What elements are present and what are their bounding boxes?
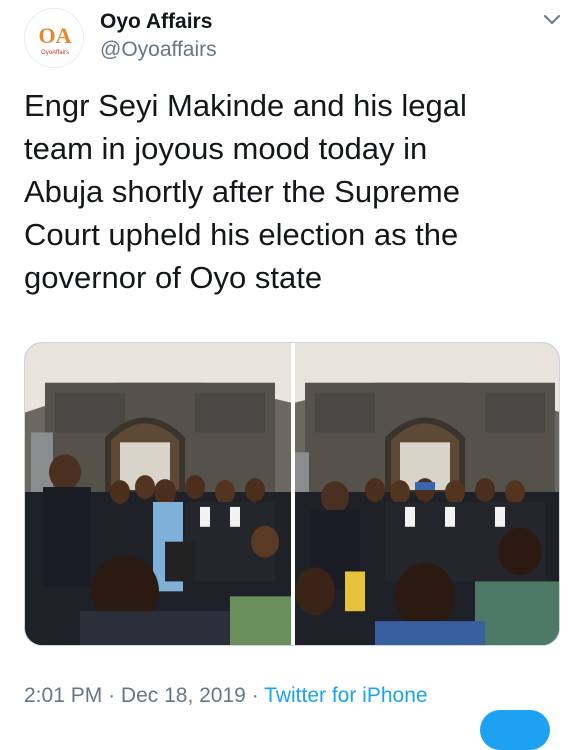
meta-separator: · <box>251 684 259 707</box>
display-name[interactable]: Oyo Affairs <box>100 10 212 34</box>
photo-1[interactable] <box>25 343 291 645</box>
tweet-metadata: 2:01 PM · Dec 18, 2019 · Twitter for iPh… <box>24 684 428 708</box>
tweet-date[interactable]: Dec 18, 2019 <box>121 684 246 707</box>
photo-2[interactable] <box>295 343 559 645</box>
tweet-text-line: Engr Seyi Makinde and his legal <box>24 88 467 123</box>
svg-text:OyoAffairs: OyoAffairs <box>41 50 69 56</box>
compose-fab-button[interactable] <box>480 710 550 750</box>
meta-separator: · <box>108 684 116 707</box>
tweet-text-line: governor of Oyo state <box>24 260 323 295</box>
tweet-header: OA OyoAffairs Oyo Affairs @Oyoaffairs <box>24 8 564 72</box>
tweet-time[interactable]: 2:01 PM <box>24 684 102 707</box>
tweet-text-line: Court upheld his election as the <box>24 217 459 252</box>
oyo-affairs-logo-icon: OA OyoAffairs <box>25 9 83 67</box>
avatar[interactable]: OA OyoAffairs <box>24 8 84 68</box>
svg-text:OA: OA <box>39 23 72 48</box>
tweet-text-line: team in joyous mood today in <box>24 131 428 166</box>
tweet-card[interactable]: OA OyoAffairs Oyo Affairs @Oyoaffairs En… <box>0 0 585 750</box>
tweet-source-link[interactable]: Twitter for iPhone <box>264 684 427 707</box>
chevron-down-icon[interactable] <box>540 8 564 32</box>
media-grid <box>24 342 560 646</box>
tweet-text-line: Abuja shortly after the Supreme <box>24 174 460 209</box>
username-handle[interactable]: @Oyoaffairs <box>100 38 217 62</box>
tweet-text: Engr Seyi Makinde and his legal team in … <box>24 84 524 299</box>
